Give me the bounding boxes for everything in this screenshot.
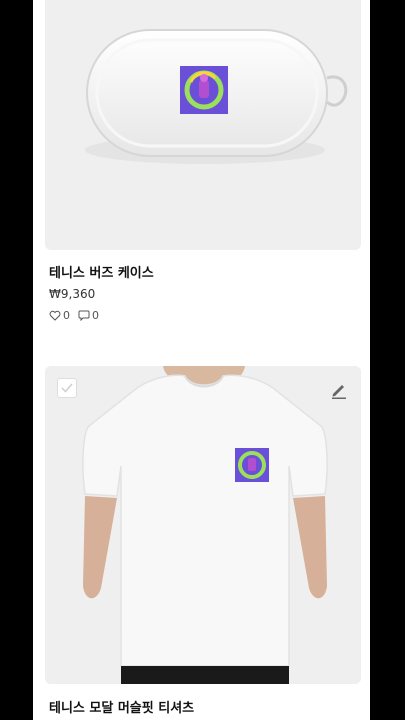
comment-icon <box>78 310 90 321</box>
comment-count: 0 <box>92 309 99 322</box>
select-checkbox[interactable] <box>57 378 77 398</box>
pencil-icon <box>332 385 346 399</box>
comment-stat[interactable]: 0 <box>78 309 99 322</box>
heart-icon <box>49 310 61 321</box>
product-title[interactable]: 테니스 모달 머슬핏 티셔츠 <box>49 697 194 716</box>
tshirt-illustration <box>45 366 361 684</box>
product-title[interactable]: 테니스 버즈 케이스 <box>49 262 154 281</box>
product-stats: 0 0 <box>49 309 99 322</box>
check-icon <box>61 383 73 393</box>
product-price: ₩9,360 <box>49 287 96 301</box>
product-image-tshirt[interactable] <box>45 366 361 684</box>
product-list: 테니스 버즈 케이스 ₩9,360 0 0 테니스 모달 머슬핏 티셔츠 <box>33 0 370 720</box>
like-count: 0 <box>63 309 70 322</box>
like-stat[interactable]: 0 <box>49 309 70 322</box>
buds-case-illustration <box>85 29 348 164</box>
edit-button[interactable] <box>329 380 349 400</box>
product-image-buds-case[interactable] <box>45 0 361 250</box>
